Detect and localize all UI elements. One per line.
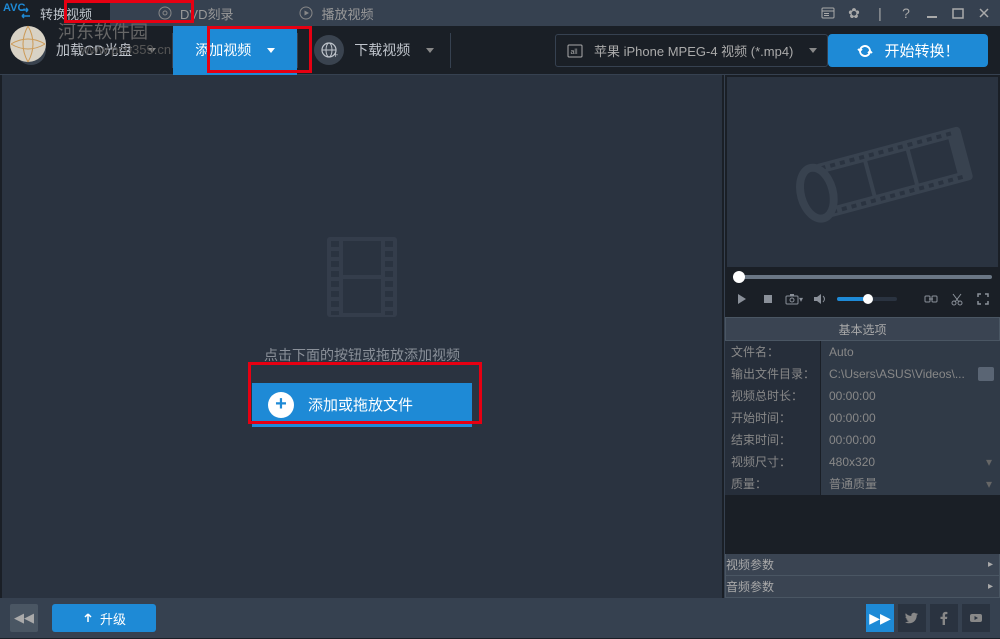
prop-filename: 文件名： Auto (725, 341, 1000, 363)
volume-slider[interactable] (837, 297, 897, 301)
browse-folder-icon[interactable] (978, 367, 994, 381)
prop-label: 视频尺寸： (725, 451, 821, 473)
gear-icon[interactable]: ✿ (846, 5, 862, 21)
play-button[interactable] (733, 290, 751, 308)
cut-icon[interactable] (948, 290, 966, 308)
prop-start-time: 开始时间： 00:00:00 (725, 407, 1000, 429)
divider: | (872, 5, 888, 21)
plus-icon: + (268, 392, 294, 418)
tab-label: 播放视频 (321, 4, 373, 23)
close-icon[interactable] (976, 5, 992, 21)
collapse-left-icon[interactable]: ◀◀ (10, 604, 38, 632)
right-panel: ▾ 基本选项 文件名： Auto 输出文件目录： C:\Users\ASUS\V… (724, 75, 1000, 598)
output-profile-selector[interactable]: all 苹果 iPhone MPEG-4 视频 (*.mp4) (555, 34, 828, 67)
prop-label: 质量： (725, 473, 821, 495)
divider (450, 33, 451, 68)
prop-label: 开始时间： (725, 407, 821, 429)
app-logo-text: AVC (3, 2, 25, 14)
prop-label: 文件名： (725, 341, 821, 363)
profile-text: 苹果 iPhone MPEG-4 视频 (*.mp4) (594, 41, 793, 60)
chevron-down-icon (426, 48, 434, 53)
prop-value[interactable]: 00:00:00 (821, 407, 1000, 429)
prop-value[interactable]: C:\Users\ASUS\Videos\... (821, 363, 1000, 385)
chevron-down-icon: ▾ (986, 477, 1000, 491)
prop-value[interactable]: 480x320▾ (821, 451, 1000, 473)
link-icon[interactable] (922, 290, 940, 308)
download-video-label: 下载视频 (354, 40, 410, 60)
upgrade-label: 升级 (100, 609, 126, 628)
snapshot-button[interactable]: ▾ (785, 290, 803, 308)
video-params-expand[interactable]: 视频参数▸ (725, 554, 1000, 576)
timeline-slider[interactable] (725, 269, 1000, 285)
start-convert-button[interactable]: 开始转换！ (828, 34, 988, 67)
chevron-down-icon (267, 48, 275, 53)
stop-button[interactable] (759, 290, 777, 308)
tab-play-video[interactable]: 播放视频 (281, 0, 391, 26)
video-drop-area[interactable]: 点击下面的按钮或拖放添加视频 + 添加或拖放文件 (2, 75, 722, 598)
youtube-icon[interactable] (962, 604, 990, 632)
svg-text:+: + (333, 50, 338, 59)
volume-knob[interactable] (863, 294, 873, 304)
play-icon (299, 6, 313, 20)
minimize-icon[interactable] (924, 5, 940, 21)
chevron-down-icon (148, 48, 156, 53)
prop-video-size: 视频尺寸： 480x320▾ (725, 451, 1000, 473)
volume-icon[interactable] (811, 290, 829, 308)
player-controls: ▾ (725, 285, 1000, 313)
prop-value[interactable]: Auto (821, 341, 1000, 363)
chevron-down-icon: ▾ (986, 455, 1000, 469)
start-convert-label: 开始转换！ (884, 40, 959, 61)
prop-value: 00:00:00 (821, 385, 1000, 407)
profile-icon: all (566, 42, 584, 60)
basic-options-header: 基本选项 (725, 317, 1000, 341)
chevron-down-icon (809, 48, 817, 53)
add-video-button[interactable]: 添加视频 (173, 26, 297, 75)
load-cd-label: 加载CD光盘 (56, 40, 132, 60)
footer-bar: ◀◀ 升级 ▶▶ (0, 598, 1000, 638)
film-placeholder-icon (317, 227, 407, 327)
fullscreen-icon[interactable] (974, 290, 992, 308)
help-icon[interactable]: ? (898, 5, 914, 21)
tab-dvd-burn[interactable]: DVD刻录 (140, 0, 251, 26)
prop-total-duration: 视频总时长： 00:00:00 (725, 385, 1000, 407)
film-roll-icon (780, 107, 990, 247)
maximize-icon[interactable] (950, 5, 966, 21)
prop-output-dir: 输出文件目录： C:\Users\ASUS\Videos\... (725, 363, 1000, 385)
main-toolbar: + 加载CD光盘 添加视频 + 下载视频 all 苹果 iPhone MPEG-… (0, 26, 1000, 75)
add-file-button[interactable]: + 添加或拖放文件 (252, 383, 472, 427)
timeline-knob[interactable] (733, 271, 745, 283)
svg-text:all: all (571, 49, 578, 56)
prop-end-time: 结束时间： 00:00:00 (725, 429, 1000, 451)
header-tabs: 转换视频 DVD刻录 播放视频 ✿ | ? (0, 0, 1000, 26)
tab-label: DVD刻录 (180, 4, 233, 23)
prop-label: 结束时间： (725, 429, 821, 451)
prop-quality: 质量： 普通质量▾ (725, 473, 1000, 495)
prop-label: 视频总时长： (725, 385, 821, 407)
disc-icon (158, 6, 172, 20)
upgrade-arrow-icon (82, 612, 94, 624)
audio-params-expand[interactable]: 音频参数▸ (725, 576, 1000, 598)
prop-label: 输出文件目录： (725, 363, 821, 385)
twitter-icon[interactable] (898, 604, 926, 632)
facebook-icon[interactable] (930, 604, 958, 632)
preview-area (727, 77, 998, 267)
download-video-button[interactable]: + 下载视频 (298, 26, 450, 75)
menu-icon[interactable] (820, 5, 836, 21)
app-logo-icon (8, 24, 48, 64)
upgrade-button[interactable]: 升级 (52, 604, 156, 632)
drop-hint-text: 点击下面的按钮或拖放添加视频 (264, 345, 460, 365)
prop-value[interactable]: 00:00:00 (821, 429, 1000, 451)
globe-download-icon: + (314, 35, 344, 65)
expand-right-icon[interactable]: ▶▶ (866, 604, 894, 632)
refresh-icon (856, 42, 874, 60)
tab-label: 转换视频 (40, 4, 92, 23)
prop-value[interactable]: 普通质量▾ (821, 473, 1000, 495)
add-video-label: 添加视频 (195, 40, 251, 60)
add-file-label: 添加或拖放文件 (308, 394, 413, 415)
